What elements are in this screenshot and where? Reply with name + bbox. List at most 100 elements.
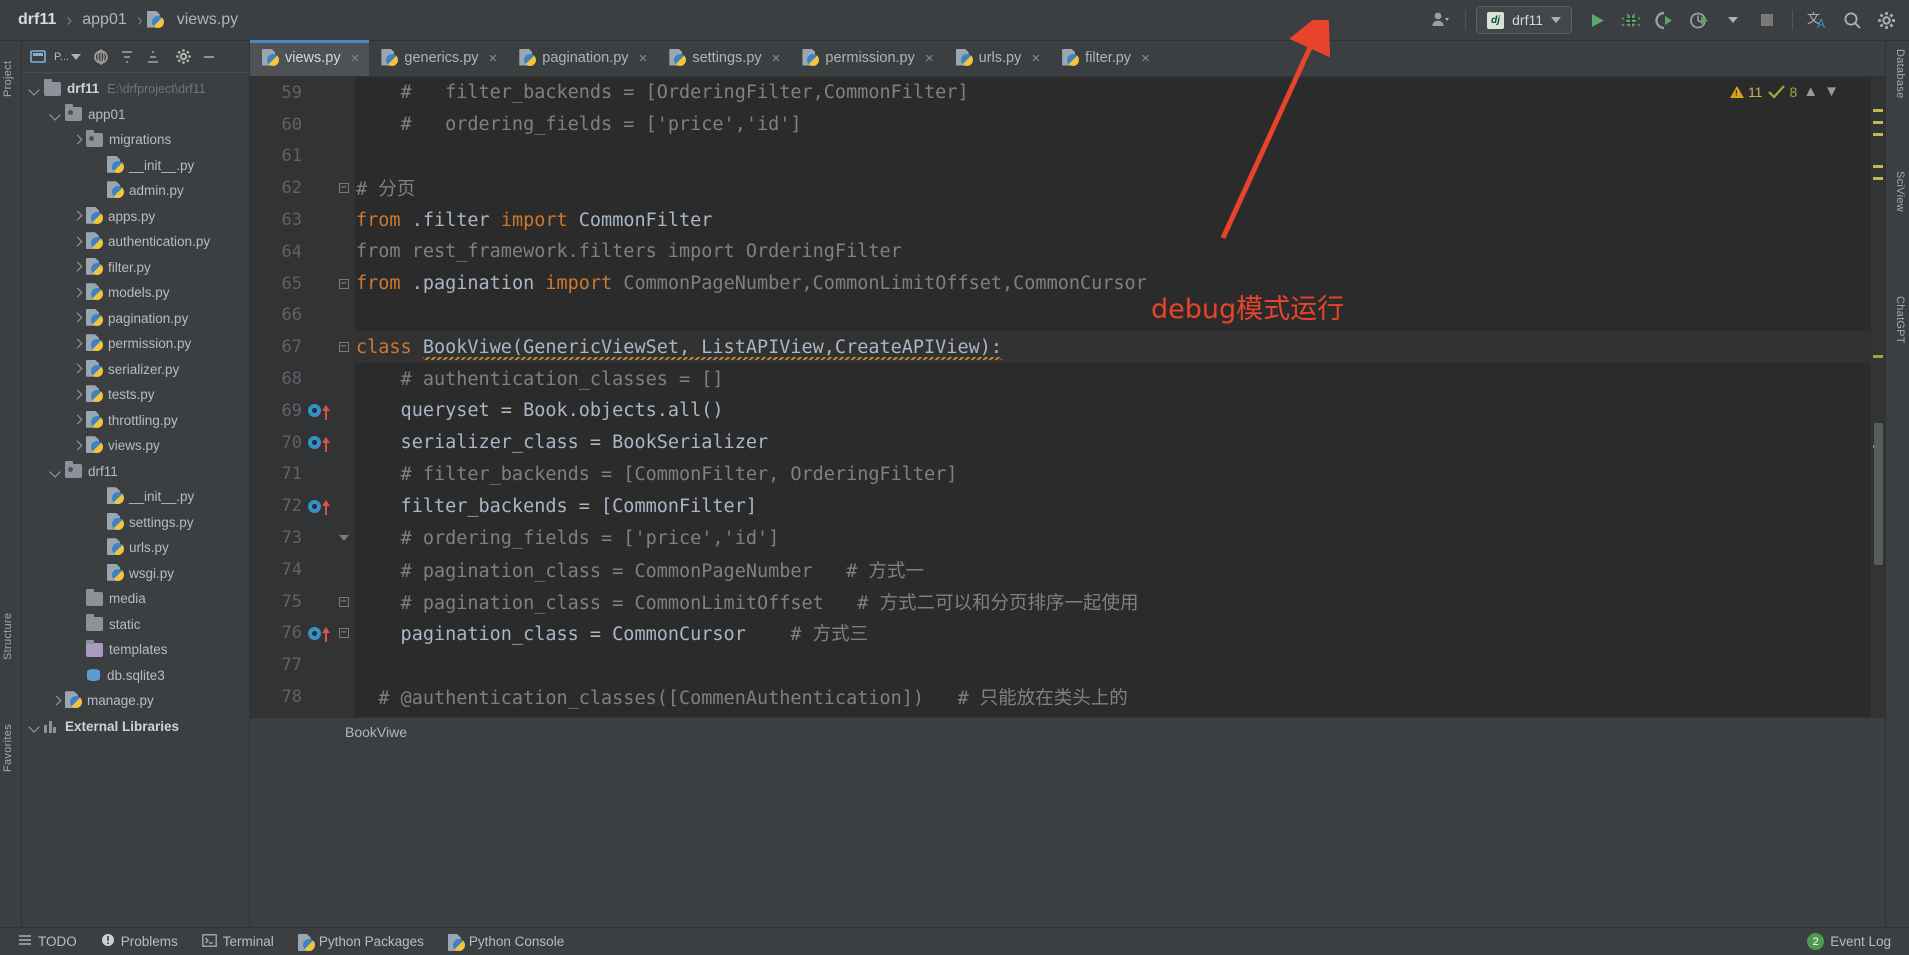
code-line[interactable]: 71 # filter_backends = [CommonFilter, Or… [282,459,1885,491]
code-line[interactable]: 59 # filter_backends = [OrderingFilter,C… [282,77,1885,109]
editor-tab[interactable]: urls.py × [944,40,1050,76]
close-icon[interactable]: × [351,50,360,67]
search-icon[interactable] [1837,5,1867,35]
code-line[interactable]: 62 − # 分页 [282,172,1885,204]
tree-item[interactable]: admin.py [22,178,249,204]
status-todo[interactable]: TODO [8,930,87,954]
right-tab-chatgpt[interactable]: ChatGPT [1888,296,1906,344]
inspection-widget[interactable]: 11 8 ▲ ▼ [1729,83,1839,100]
project-tree[interactable]: drf11 E:\drfproject\drf11 app01 migrations _… [22,73,249,739]
project-scope-label[interactable]: P... [52,51,69,63]
code-line[interactable]: 72 filter_backends = [CommonFilter] [282,490,1885,522]
editor-tab[interactable]: settings.py × [657,40,790,76]
tree-item[interactable]: filter.py [22,255,249,281]
tree-item[interactable]: tests.py [22,382,249,408]
close-icon[interactable]: × [772,50,781,67]
tree-item[interactable]: External Libraries [22,714,249,740]
close-icon[interactable]: × [1141,50,1150,67]
editor-tab[interactable]: permission.py × [790,40,943,76]
chevron-right-icon[interactable] [70,209,84,223]
more-run-options-button[interactable] [1718,5,1748,35]
expand-all-button[interactable] [115,45,139,69]
chevron-right-icon[interactable] [70,413,84,427]
tree-item[interactable]: settings.py [22,510,249,536]
user-account-button[interactable] [1425,5,1455,35]
tree-item[interactable]: serializer.py [22,357,249,383]
code-fold-toggle[interactable]: − [337,627,350,640]
chevron-down-icon[interactable] [28,82,42,96]
tree-item[interactable]: migrations [22,127,249,153]
close-icon[interactable]: × [489,50,498,67]
breadcrumb-item-file[interactable]: views.py [171,11,244,29]
next-problem-button[interactable]: ▼ [1824,83,1839,100]
tree-item[interactable]: pagination.py [22,306,249,332]
chevron-right-icon[interactable] [70,235,84,249]
translate-icon[interactable]: 文 A [1803,5,1833,35]
debug-button[interactable] [1616,5,1646,35]
status-python-console[interactable]: Python Console [438,930,574,954]
gear-icon[interactable] [1871,5,1901,35]
tree-item[interactable]: wsgi.py [22,561,249,587]
editor-tab[interactable]: generics.py × [369,40,507,76]
tree-item[interactable]: authentication.py [22,229,249,255]
chevron-right-icon[interactable] [70,260,84,274]
profile-button[interactable] [1684,5,1714,35]
editor-tab[interactable]: pagination.py × [507,40,657,76]
status-event-log[interactable]: 2 Event Log [1797,930,1901,954]
chevron-right-icon[interactable] [70,311,84,325]
code-fold-toggle[interactable]: − [337,341,350,354]
warning-count-badge[interactable]: 11 [1729,84,1762,100]
tree-item[interactable]: drf11 [22,459,249,485]
code-fold-toggle[interactable]: − [337,277,350,290]
chevron-right-icon[interactable] [49,694,63,708]
editor-breadcrumb-class[interactable]: BookViwe [345,724,407,740]
chevron-down-icon[interactable] [49,107,63,121]
tree-item[interactable]: drf11 E:\drfproject\drf11 [22,76,249,102]
run-button[interactable] [1582,5,1612,35]
breakpoint-icon[interactable] [308,436,321,450]
code-line[interactable]: 64 from rest_framework.filters import Ord… [282,236,1885,268]
code-line[interactable]: 75 − # pagination_class = CommonLimitOffs… [282,586,1885,618]
chevron-right-icon[interactable] [70,388,84,402]
tree-item[interactable]: media [22,586,249,612]
status-problems[interactable]: Problems [91,930,188,954]
previous-problem-button[interactable]: ▲ [1803,83,1818,100]
tree-item[interactable]: models.py [22,280,249,306]
tree-item[interactable]: throttling.py [22,408,249,434]
close-icon[interactable]: × [925,50,934,67]
chevron-down-icon[interactable] [28,719,42,733]
right-tab-database[interactable]: Database [1888,49,1906,99]
tree-item[interactable]: apps.py [22,204,249,230]
stop-button[interactable] [1752,5,1782,35]
editor-tab[interactable]: views.py × [250,40,370,76]
right-tab-sciview[interactable]: SciView [1888,171,1906,212]
chevron-right-icon[interactable] [70,439,84,453]
code-line[interactable]: 68 # authentication_classes = [] [282,363,1885,395]
run-gutter-marker[interactable] [308,404,330,420]
code-fold-toggle[interactable] [337,532,350,545]
breakpoint-icon[interactable] [308,404,321,418]
breakpoint-icon[interactable] [308,626,321,640]
code-line[interactable]: 63 from .filter import CommonFilter [282,204,1885,236]
breadcrumb-item-app[interactable]: app01 [76,11,133,29]
code-line[interactable]: 78 # @authentication_classes([CommenAuth… [282,681,1885,713]
status-terminal[interactable]: Terminal [192,930,284,954]
chevron-right-icon[interactable] [70,362,84,376]
code-line[interactable]: 74 # pagination_class = CommonPageNumber… [282,554,1885,586]
code-line[interactable]: 60 # ordering_fields = ['price','id'] [282,109,1885,141]
code-fold-toggle[interactable]: − [337,182,350,195]
tree-item[interactable]: templates [22,637,249,663]
tree-item[interactable]: manage.py [22,688,249,714]
editor-text-area[interactable]: 59 # filter_backends = [OrderingFilter,C… [282,77,1885,717]
tree-item[interactable]: urls.py [22,535,249,561]
code-editor[interactable]: 59 # filter_backends = [OrderingFilter,C… [250,77,1885,717]
status-python-packages[interactable]: Python Packages [288,930,434,954]
sidebar-tab-structure[interactable]: Structure [2,601,18,671]
tree-item[interactable]: static [22,612,249,638]
breadcrumb-item-project[interactable]: drf11 [12,11,62,29]
code-line[interactable]: 73 # ordering_fields = ['price','id'] [282,522,1885,554]
code-line[interactable]: 67 − class BookViwe(GenericViewSet, ListAP… [282,331,1885,364]
run-gutter-marker[interactable] [308,436,330,452]
close-icon[interactable]: × [1031,50,1040,67]
project-scope-selector[interactable] [26,45,50,69]
